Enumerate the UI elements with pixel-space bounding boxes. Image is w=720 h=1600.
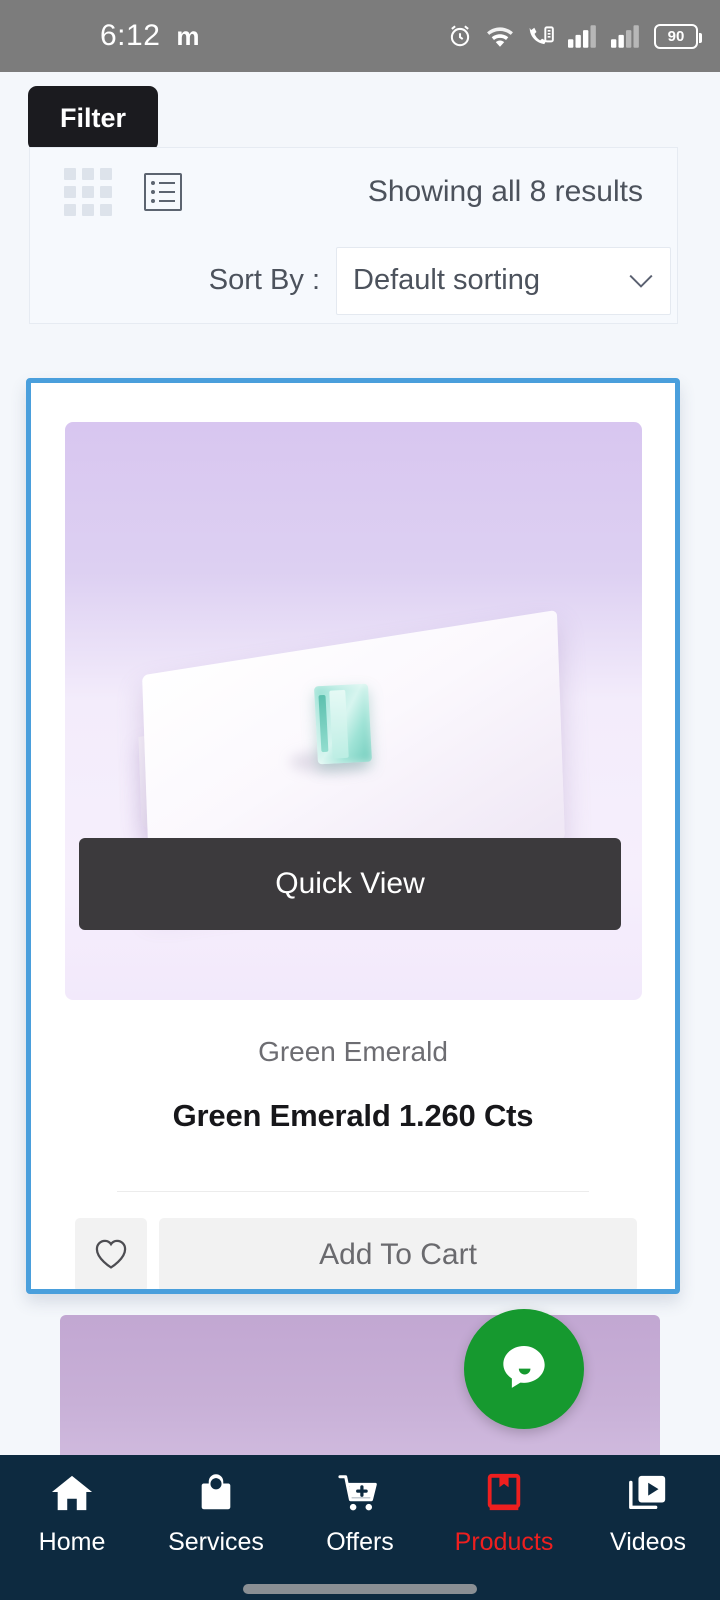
- book-icon: [483, 1472, 525, 1517]
- wifi-icon: [486, 24, 514, 48]
- results-count: Showing all 8 results: [367, 175, 643, 208]
- bottom-navigation-bar: Home Services Offers Products Videos: [0, 1455, 720, 1600]
- card-divider: [117, 1191, 589, 1192]
- nav-label-home: Home: [38, 1528, 106, 1556]
- filter-button[interactable]: Filter: [28, 86, 159, 151]
- sort-select-value: Default sorting: [353, 264, 540, 296]
- heart-icon: [93, 1237, 129, 1273]
- toolbar-row-sort: Sort By : Default sorting: [30, 236, 677, 325]
- status-time: 6:12: [100, 19, 161, 52]
- page-content: Filter Showing all 8 results Sort By : D…: [0, 72, 720, 1600]
- product-card[interactable]: Quick View Green Emerald Green Emerald 1…: [26, 378, 680, 1294]
- signal-bars-2-icon: [611, 24, 641, 48]
- cart-plus-icon: [337, 1472, 383, 1517]
- nav-item-videos[interactable]: Videos: [576, 1472, 720, 1555]
- emerald-gem-decor: [313, 683, 372, 765]
- carrier-icon: m: [176, 20, 200, 51]
- chat-support-button[interactable]: [464, 1309, 584, 1429]
- wishlist-button[interactable]: [75, 1218, 147, 1289]
- sort-by-label: Sort By :: [208, 264, 320, 296]
- sort-select[interactable]: Default sorting: [336, 246, 671, 315]
- nav-item-products[interactable]: Products: [432, 1472, 576, 1555]
- product-title: Green Emerald 1.260 Cts: [172, 1098, 534, 1133]
- grid-view-icon[interactable]: [64, 168, 112, 216]
- vowifi-call-icon: [527, 23, 555, 49]
- status-bar-right: 90: [447, 23, 702, 49]
- nav-label-services: Services: [168, 1528, 264, 1556]
- chevron-down-icon: [628, 264, 654, 297]
- nav-item-services[interactable]: Services: [144, 1472, 288, 1555]
- shopping-bag-icon: [195, 1472, 237, 1517]
- view-mode-switcher: [64, 168, 182, 216]
- gesture-home-bar[interactable]: [243, 1584, 477, 1594]
- home-icon: [49, 1472, 95, 1517]
- nav-label-products: Products: [454, 1528, 554, 1556]
- quick-view-button[interactable]: Quick View: [79, 838, 621, 930]
- status-bar-left: 6:12 m: [100, 19, 200, 53]
- nav-label-videos: Videos: [610, 1528, 686, 1556]
- video-play-icon: [626, 1472, 670, 1517]
- nav-item-offers[interactable]: Offers: [288, 1472, 432, 1555]
- phone-screen: 6:12 m 90 Filter Showing all 8 results S…: [0, 0, 720, 1600]
- add-to-cart-button[interactable]: Add To Cart: [159, 1218, 637, 1289]
- product-actions: Add To Cart: [75, 1218, 637, 1289]
- chat-bubble-icon: [493, 1337, 555, 1402]
- battery-icon: 90: [654, 23, 702, 49]
- nav-item-home[interactable]: Home: [0, 1472, 144, 1555]
- nav-label-offers: Offers: [326, 1528, 394, 1556]
- product-category: Green Emerald: [258, 1036, 448, 1067]
- sort-toolbar: Showing all 8 results Sort By : Default …: [29, 147, 678, 324]
- signal-bars-icon: [568, 24, 598, 48]
- alarm-icon: [447, 23, 473, 49]
- toolbar-row-top: Showing all 8 results: [30, 148, 677, 236]
- status-bar: 6:12 m 90: [0, 0, 720, 72]
- list-view-icon[interactable]: [144, 173, 182, 211]
- battery-level: 90: [667, 27, 685, 45]
